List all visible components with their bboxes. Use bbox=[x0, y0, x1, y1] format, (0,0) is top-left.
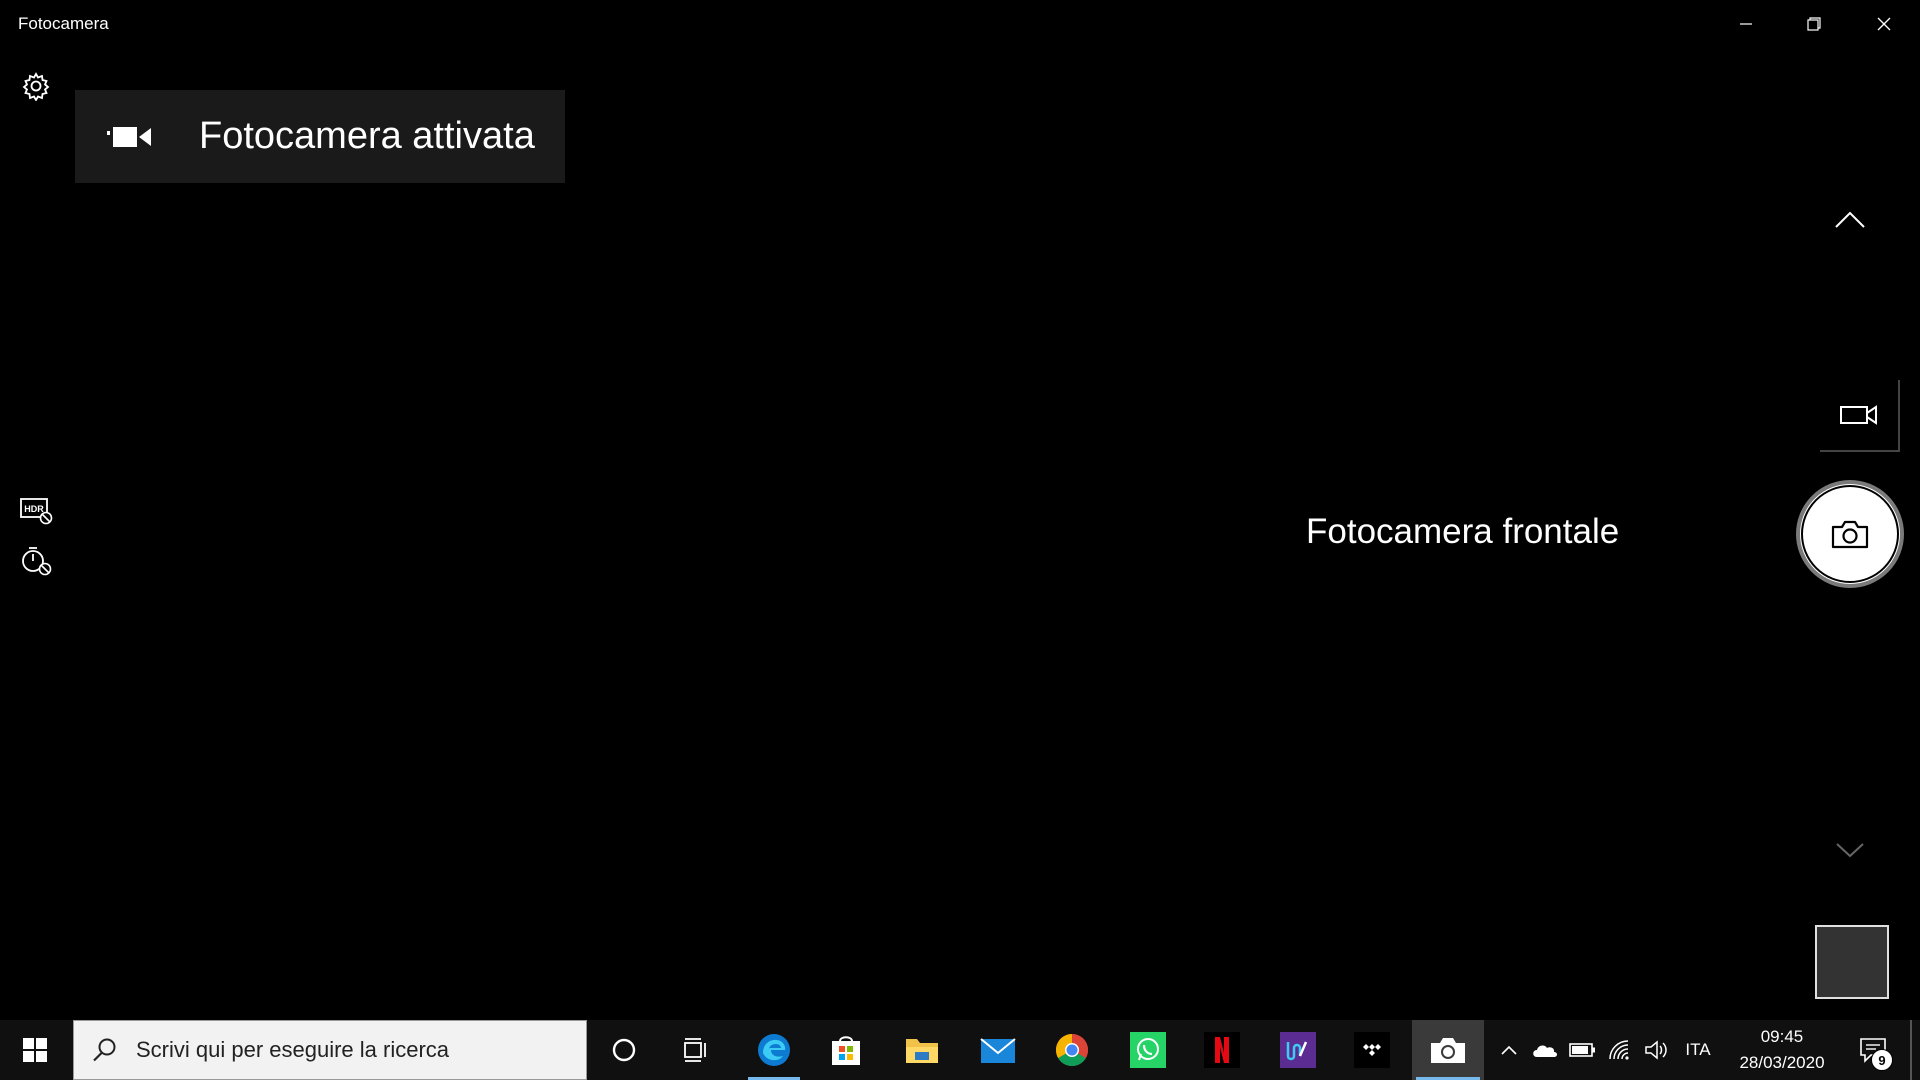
restore-button[interactable] bbox=[1780, 0, 1848, 48]
settings-button[interactable] bbox=[16, 66, 56, 106]
switch-camera-label[interactable]: Fotocamera frontale bbox=[1306, 512, 1619, 552]
hdr-off-icon: HDR bbox=[20, 498, 53, 525]
scroll-down-button[interactable] bbox=[1820, 835, 1880, 865]
settings-gear-icon bbox=[22, 72, 50, 101]
onedrive-cloud-icon bbox=[1533, 1045, 1557, 1057]
file-explorer-icon bbox=[906, 1039, 938, 1063]
clock-date: 28/03/2020 bbox=[1739, 1053, 1825, 1072]
timer-toggle-button[interactable] bbox=[16, 541, 56, 581]
camera-activated-toast: Fotocamera attivata bbox=[75, 90, 565, 183]
clock-time: 09:45 bbox=[1760, 1027, 1804, 1046]
netflix-icon bbox=[1204, 1032, 1240, 1068]
video-camera-icon bbox=[107, 122, 155, 152]
camera-app-window: Fotocamera HDR Fotocamera attivata Fotoc… bbox=[0, 0, 1920, 1020]
chrome-icon bbox=[1055, 1034, 1089, 1067]
clock[interactable]: 09:45 28/03/2020 bbox=[1724, 1020, 1840, 1080]
task-view-button[interactable] bbox=[666, 1020, 726, 1080]
camera-icon bbox=[1831, 520, 1869, 549]
taskbar-edge[interactable] bbox=[744, 1020, 804, 1080]
video-mode-button[interactable] bbox=[1820, 380, 1900, 452]
taskbar-purple-app[interactable] bbox=[1268, 1020, 1328, 1080]
search-input[interactable] bbox=[134, 1036, 558, 1064]
notification-icon-wrap: 9 bbox=[1859, 1037, 1893, 1071]
battery-icon bbox=[1569, 1043, 1595, 1057]
taskbar-camera[interactable] bbox=[1412, 1020, 1484, 1080]
chevron-down-icon bbox=[1836, 843, 1864, 858]
network-tray[interactable] bbox=[1604, 1020, 1638, 1080]
windows-logo-icon bbox=[23, 1038, 47, 1062]
restore-icon bbox=[1807, 17, 1821, 31]
taskbar-tidal[interactable] bbox=[1342, 1020, 1402, 1080]
action-center-button[interactable]: 9 bbox=[1850, 1020, 1896, 1080]
speaker-icon bbox=[1645, 1040, 1667, 1060]
mail-icon bbox=[980, 1038, 1016, 1063]
taskbar: ITA 09:45 28/03/2020 9 bbox=[0, 1020, 1920, 1080]
last-capture-thumbnail[interactable] bbox=[1815, 925, 1889, 999]
purple-app-icon bbox=[1280, 1032, 1316, 1068]
taskbar-search-box[interactable] bbox=[73, 1020, 587, 1080]
input-language[interactable]: ITA bbox=[1678, 1020, 1718, 1080]
take-photo-button[interactable] bbox=[1796, 480, 1904, 588]
shutter-ring bbox=[1801, 485, 1899, 583]
scroll-up-button[interactable] bbox=[1820, 200, 1880, 240]
taskbar-netflix[interactable] bbox=[1192, 1020, 1252, 1080]
toast-message: Fotocamera attivata bbox=[199, 115, 535, 157]
taskbar-mail[interactable] bbox=[968, 1020, 1028, 1080]
close-icon bbox=[1877, 17, 1891, 31]
minimize-button[interactable] bbox=[1712, 0, 1780, 48]
title-bar: Fotocamera bbox=[0, 0, 1920, 48]
battery-tray[interactable] bbox=[1566, 1020, 1600, 1080]
video-camera-icon bbox=[1840, 405, 1877, 425]
tidal-icon bbox=[1354, 1032, 1390, 1068]
show-desktop-strip[interactable] bbox=[1910, 1020, 1912, 1080]
camera-app-icon bbox=[1431, 1038, 1465, 1063]
window-title: Fotocamera bbox=[18, 14, 109, 33]
taskbar-file-explorer[interactable] bbox=[892, 1020, 952, 1080]
svg-text:HDR: HDR bbox=[24, 504, 44, 514]
start-button[interactable] bbox=[0, 1020, 70, 1080]
taskbar-store[interactable] bbox=[816, 1020, 876, 1080]
taskbar-chrome[interactable] bbox=[1042, 1020, 1102, 1080]
store-icon bbox=[832, 1036, 860, 1065]
chevron-up-icon bbox=[1835, 211, 1865, 228]
hdr-toggle-button[interactable]: HDR bbox=[16, 490, 56, 530]
timer-off-icon bbox=[22, 547, 52, 576]
edge-icon bbox=[758, 1034, 790, 1066]
taskbar-whatsapp[interactable] bbox=[1118, 1020, 1178, 1080]
task-view-icon bbox=[684, 1038, 706, 1062]
show-hidden-icons-button[interactable] bbox=[1496, 1020, 1522, 1080]
chevron-up-icon bbox=[1501, 1045, 1517, 1055]
whatsapp-icon bbox=[1130, 1032, 1166, 1068]
notification-count-badge: 9 bbox=[1871, 1049, 1893, 1071]
cortana-button[interactable] bbox=[594, 1020, 654, 1080]
minimize-icon bbox=[1740, 23, 1752, 25]
volume-tray[interactable] bbox=[1640, 1020, 1674, 1080]
search-icon bbox=[90, 1035, 120, 1065]
wifi-icon bbox=[1609, 1040, 1629, 1060]
onedrive-tray[interactable] bbox=[1528, 1020, 1562, 1080]
cortana-icon bbox=[612, 1038, 636, 1062]
close-button[interactable] bbox=[1850, 0, 1918, 48]
